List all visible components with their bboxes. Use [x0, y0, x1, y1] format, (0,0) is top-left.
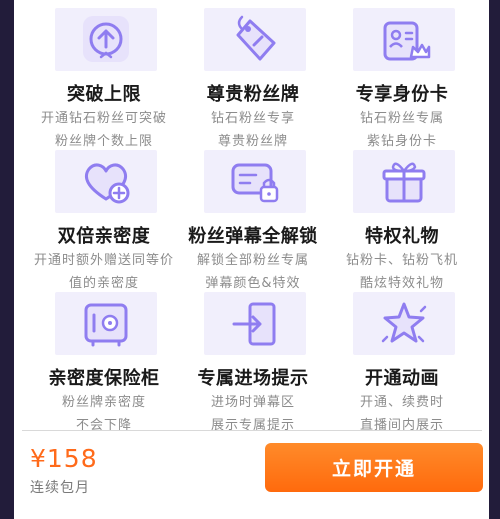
perk-double-intimacy: 双倍亲密度 开通时额外赠送同等价 值的亲密度: [29, 150, 179, 293]
diamond-fan-perks-panel: 突破上限 开通钻石粉丝可突破 粉丝牌个数上限 尊贵粉丝牌 钻石粉丝专享 尊贵粉丝…: [0, 0, 500, 519]
perk-break-limit: 突破上限 开通钻石粉丝可突破 粉丝牌个数上限: [29, 8, 179, 151]
perk-title: 亲密度保险柜: [48, 368, 160, 389]
tag-icon: [236, 15, 276, 60]
perk-desc: 酷炫特效礼物: [359, 276, 444, 291]
perk-title: 专享身份卡: [355, 84, 449, 105]
safe-icon: [84, 303, 128, 346]
star-sparkle-icon: [381, 302, 427, 342]
perk-title: 突破上限: [67, 84, 141, 105]
right-edge: [489, 0, 500, 519]
id-card-icon: [383, 21, 431, 60]
perk-icon-box: [55, 292, 157, 355]
perk-icon-box: [353, 150, 455, 213]
perk-activation-animation: 开通动画 开通、续费时 直播间内展示: [327, 292, 477, 435]
perk-icon-box: [204, 292, 306, 355]
perk-desc: 开通、续费时: [359, 395, 444, 410]
perk-desc: 开通钻石粉丝可突破: [40, 111, 167, 126]
perk-privilege-gift: 特权礼物 钻粉卡、钻粉飞机 酷炫特效礼物: [327, 150, 477, 293]
perk-desc: 开通时额外赠送同等价: [33, 253, 174, 268]
perk-icon-box: [55, 150, 157, 213]
perk-desc: 值的亲密度: [68, 276, 139, 291]
perk-fan-badge: 尊贵粉丝牌 钻石粉丝专享 尊贵粉丝牌: [178, 8, 328, 151]
perk-icon-box: [353, 8, 455, 71]
perk-title: 双倍亲密度: [57, 226, 151, 247]
perk-title: 尊贵粉丝牌: [206, 84, 300, 105]
perks-grid: 突破上限 开通钻石粉丝可突破 粉丝牌个数上限 尊贵粉丝牌 钻石粉丝专享 尊贵粉丝…: [14, 0, 489, 433]
perk-icon-box: [55, 8, 157, 71]
arrow-up-icon: [83, 15, 129, 62]
perk-desc: 尊贵粉丝牌: [217, 134, 288, 149]
chat-lock-icon: [231, 163, 279, 202]
perk-entry-notice: 专属进场提示 进场时弹幕区 展示专属提示: [178, 292, 328, 435]
perk-desc: 弹幕颜色&特效: [205, 276, 301, 291]
left-edge: [0, 0, 14, 519]
footer-divider: [22, 430, 482, 431]
perk-title: 专属进场提示: [197, 368, 309, 389]
heart-plus-icon: [84, 162, 130, 203]
perk-desc: 紫钻身份卡: [366, 134, 437, 149]
perk-desc: 钻石粉丝专属: [359, 111, 444, 126]
perk-title: 开通动画: [365, 368, 439, 389]
perk-icon-box: [204, 8, 306, 71]
perk-icon-box: [353, 292, 455, 355]
perk-danmaku-unlock: 粉丝弹幕全解锁 解锁全部粉丝专属 弹幕颜色&特效: [178, 150, 328, 293]
perk-desc: 进场时弹幕区: [210, 395, 295, 410]
perk-icon-box: [204, 150, 306, 213]
perk-intimacy-safe: 亲密度保险柜 粉丝牌亲密度 不会下降: [29, 292, 179, 435]
billing-period-label: 连续包月: [30, 480, 90, 496]
enter-door-icon: [232, 302, 276, 345]
perk-desc: 钻石粉丝专享: [210, 111, 295, 126]
perk-title: 特权礼物: [365, 226, 439, 247]
perk-desc: 粉丝牌亲密度: [61, 395, 146, 410]
perk-desc: 粉丝牌个数上限: [54, 134, 153, 149]
price-label: ¥158: [30, 444, 98, 473]
gift-icon: [382, 162, 426, 202]
perk-desc: 钻粉卡、钻粉飞机: [345, 253, 458, 268]
perk-title: 粉丝弹幕全解锁: [188, 226, 318, 247]
perk-id-card: 专享身份卡 钻石粉丝专属 紫钻身份卡: [327, 8, 477, 151]
perk-desc: 解锁全部粉丝专属: [196, 253, 309, 268]
subscribe-button[interactable]: 立即开通: [265, 443, 483, 492]
